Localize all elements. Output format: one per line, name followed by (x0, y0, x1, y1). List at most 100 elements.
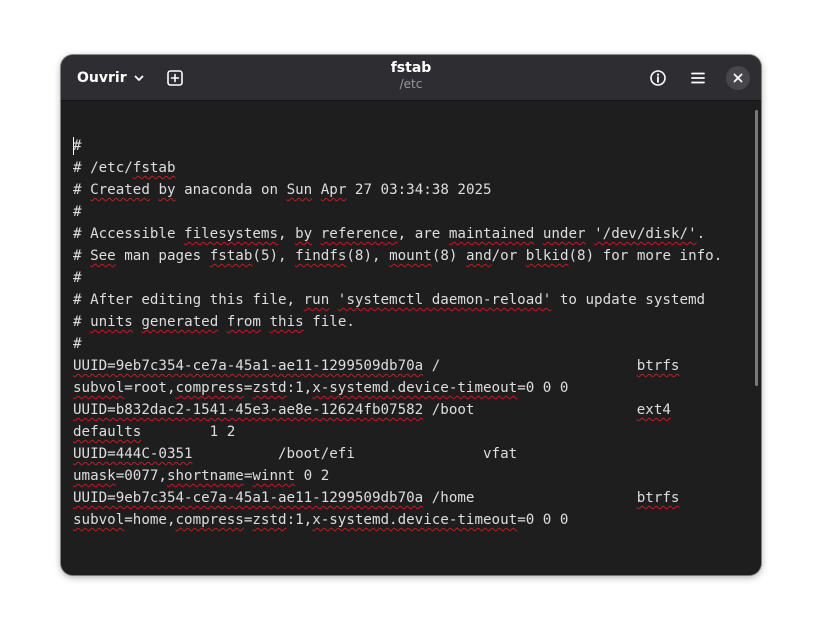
text-line: umask=0077,shortname=winnt 0 2 (73, 465, 722, 487)
text-segment (312, 182, 321, 198)
spellcheck-flagged-word: subvol (73, 512, 125, 528)
text-segment: anaconda on (175, 182, 287, 198)
text-segment: 1 2 (141, 424, 236, 440)
text-segment: /or (491, 248, 526, 264)
spellcheck-flagged-word: UUID=b832dac2-1541-45e3-ae8e-12624fb0758… (73, 402, 424, 418)
spellcheck-flagged-word: fstab (209, 248, 253, 264)
text-segment: # (73, 182, 91, 198)
text-segment: . (696, 226, 706, 242)
text-segment (534, 226, 543, 242)
spellcheck-flagged-word: UUID=9eb7c354-ce7a-45a1-ae11-1299509db70… (73, 490, 424, 506)
text-segment (329, 292, 338, 308)
text-line: # Accessible filesystems, by reference, … (73, 223, 722, 245)
spellcheck-flagged-word: this (269, 314, 304, 330)
text-segment: # (73, 314, 91, 330)
text-segment: / (423, 358, 637, 374)
spellcheck-flagged-word: blkid (525, 248, 569, 264)
spellcheck-flagged-word: See (90, 248, 116, 264)
spellcheck-flagged-word: btrfs (636, 358, 680, 374)
spellcheck-flagged-word: under (542, 226, 586, 242)
spellcheck-flagged-word: Apr (320, 182, 347, 198)
text-segment: =root, (124, 380, 176, 396)
spellcheck-flagged-word: by (158, 182, 176, 198)
vertical-scrollbar[interactable] (755, 110, 758, 386)
text-segment: # Accessible (73, 226, 185, 242)
text-segment: # (73, 336, 82, 352)
spellcheck-flagged-word: subvol (73, 380, 125, 396)
text-segment: =0077, (115, 468, 167, 484)
spellcheck-flagged-word: x-systemd.device-timeout (312, 380, 518, 396)
spellcheck-flagged-word: filesystems (184, 226, 279, 242)
text-segment (586, 226, 595, 242)
spellcheck-flagged-word: zstd (252, 512, 287, 528)
document-info-button[interactable] (642, 63, 674, 93)
text-line: # (73, 135, 722, 157)
text-segment: (8) for more info. (568, 248, 723, 264)
spellcheck-flagged-word: findfs (295, 248, 347, 264)
tab-new-icon (167, 70, 183, 86)
spellcheck-flagged-word: shortname (166, 468, 244, 484)
spellcheck-flagged-word: by (295, 226, 313, 242)
spellcheck-flagged-word: fstab (132, 160, 176, 176)
text-segment: # (73, 270, 82, 286)
spellcheck-flagged-word: Created (90, 182, 150, 198)
spellcheck-flagged-word: reference (320, 226, 398, 242)
spellcheck-flagged-word: defaults (73, 424, 142, 440)
window-subtitle: /etc (399, 77, 423, 91)
text-segment: # After editing this file, (73, 292, 304, 308)
chevron-down-icon (134, 75, 144, 81)
spellcheck-flagged-word: compress (175, 380, 244, 396)
text-segment: , (278, 226, 296, 242)
close-window-button[interactable] (726, 66, 750, 90)
open-button[interactable]: Ouvrir (69, 63, 153, 93)
text-segment: to update systemd (551, 292, 706, 308)
text-segment: file. (303, 314, 355, 330)
text-segment: 27 03:34:38 2025 (346, 182, 492, 198)
text-line: # (73, 201, 722, 223)
title-block: fstab /etc (261, 61, 561, 90)
text-segment: :1, (286, 512, 313, 528)
close-icon (733, 73, 743, 83)
text-content[interactable]: # # /etc/fstab # Created by anaconda on Su… (73, 135, 722, 531)
text-line: UUID=b832dac2-1541-45e3-ae8e-12624fb0758… (73, 399, 722, 421)
text-segment: # (73, 248, 91, 264)
text-segment: =0 0 0 (517, 512, 569, 528)
text-segment: # (73, 138, 82, 154)
text-segment: /boot (423, 402, 637, 418)
hamburger-menu-icon (691, 72, 705, 84)
spellcheck-flagged-word: umask (73, 468, 116, 484)
text-segment: /home (423, 490, 637, 506)
spellcheck-flagged-word: ext4 (636, 402, 671, 418)
text-line: # /etc/fstab (73, 157, 722, 179)
open-button-label: Ouvrir (77, 70, 127, 86)
spellcheck-flagged-word: and (465, 248, 492, 264)
spellcheck-flagged-word: maintained (448, 226, 535, 242)
text-line: # After editing this file, run 'systemct… (73, 289, 722, 311)
text-segment: # /etc/ (73, 160, 133, 176)
spellcheck-flagged-word: from (226, 314, 261, 330)
text-segment: # (73, 204, 82, 220)
text-line: defaults 1 2 (73, 421, 722, 443)
text-segment: (5), (252, 248, 296, 264)
spellcheck-flagged-word: zstd (252, 380, 287, 396)
spellcheck-flagged-word: compress (175, 512, 244, 528)
info-icon (650, 70, 666, 86)
main-menu-button[interactable] (682, 63, 714, 93)
text-line: # (73, 267, 722, 289)
text-line: # (73, 333, 722, 355)
text-editor-area[interactable]: # # /etc/fstab # Created by anaconda on Su… (61, 102, 761, 575)
spellcheck-flagged-word: winnt (252, 468, 296, 484)
text-segment (312, 226, 321, 242)
headerbar: Ouvrir fstab /etc (61, 55, 761, 101)
text-segment: /boot/efi vfat (192, 446, 518, 462)
spellcheck-flagged-word: mount (389, 248, 432, 264)
window-title: fstab (390, 60, 432, 76)
spellcheck-flagged-word: run (303, 292, 330, 308)
text-segment: (8) (431, 248, 466, 264)
spellcheck-flagged-word: UUID=444C-0351 (73, 446, 193, 462)
text-segment: =home, (124, 512, 176, 528)
text-segment: (8), (346, 248, 390, 264)
text-segment (261, 314, 270, 330)
text-line: # See man pages fstab(5), findfs(8), mou… (73, 245, 722, 267)
new-tab-button[interactable] (159, 63, 191, 93)
